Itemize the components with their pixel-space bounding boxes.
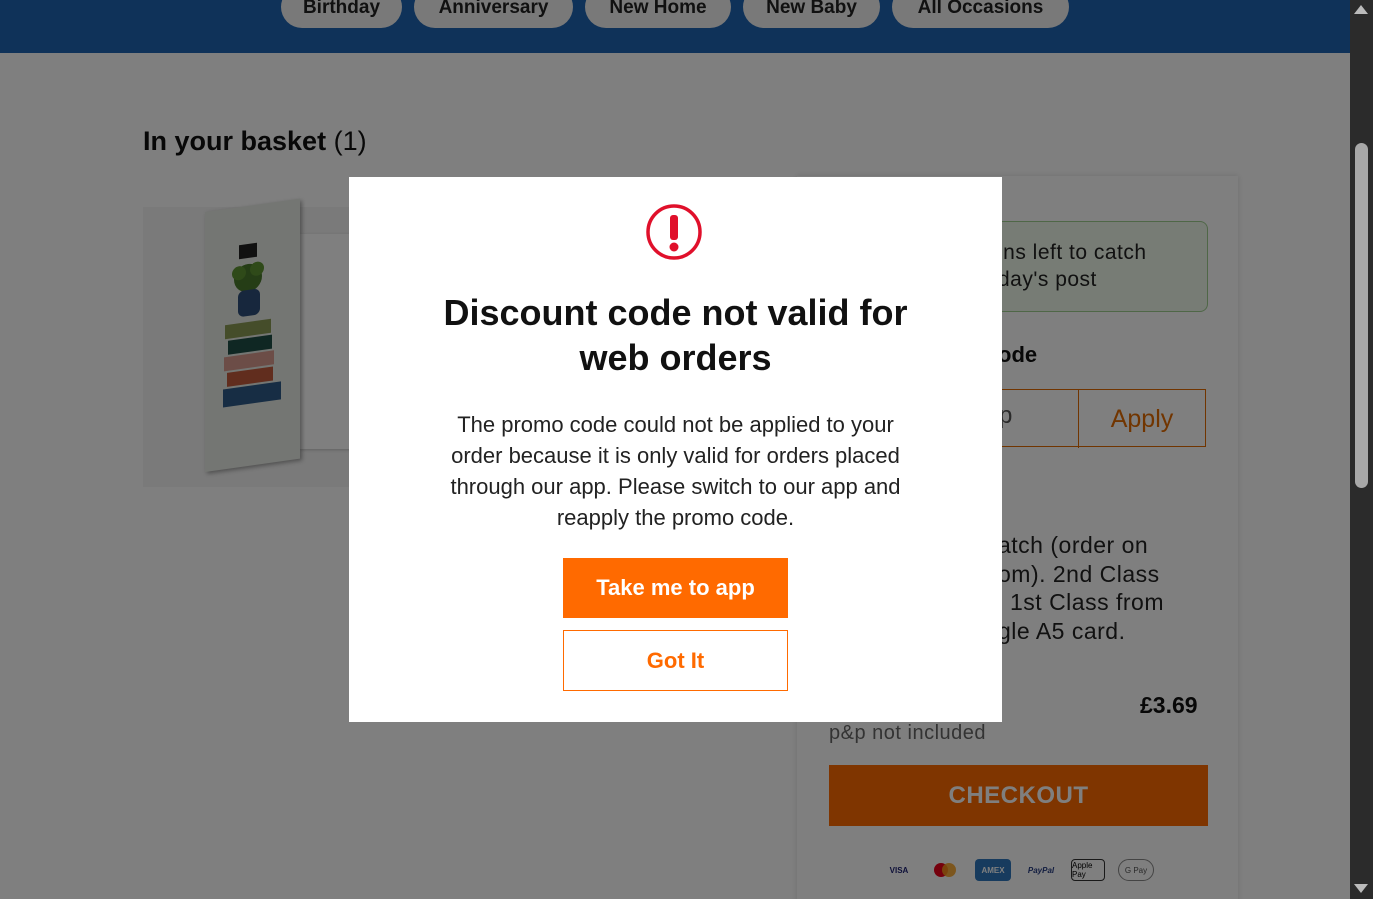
vertical-scrollbar[interactable] — [1350, 0, 1373, 899]
dialog-title: Discount code not valid for web orders — [443, 292, 908, 378]
scrollbar-thumb[interactable] — [1355, 143, 1368, 488]
scroll-up-arrow-icon[interactable] — [1354, 5, 1368, 14]
alert-circle-icon — [646, 204, 702, 260]
scroll-down-arrow-icon[interactable] — [1354, 884, 1368, 893]
dialog-message: The promo code could not be applied to y… — [450, 412, 901, 530]
discount-error-dialog: Discount code not valid for web orders T… — [349, 177, 1002, 722]
take-me-to-app-button[interactable]: Take me to app — [563, 558, 788, 618]
got-it-button[interactable]: Got It — [563, 630, 788, 691]
